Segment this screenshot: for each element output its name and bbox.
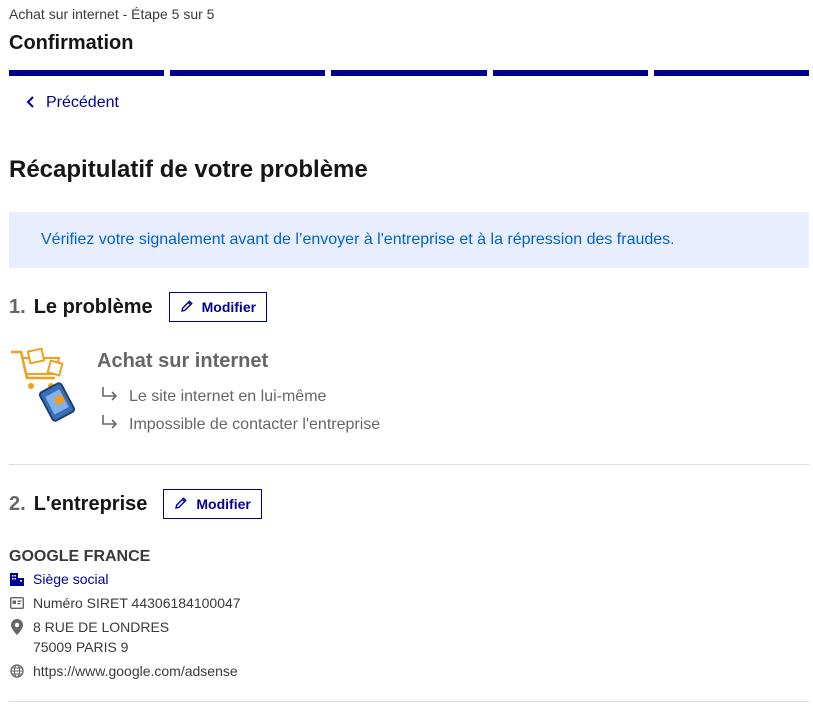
stepper-bar-5 (653, 70, 810, 76)
company-address: 8 RUE DE LONDRES 75009 PARIS 9 (9, 619, 169, 657)
id-card-icon (9, 595, 25, 611)
stepper-step-label: Achat sur internet - Étape 5 sur 5 (9, 6, 215, 22)
section-number: 1. (9, 295, 26, 318)
section-problem-header: 1. Le problème Modifier (9, 292, 268, 322)
stepper-bar-2 (170, 70, 326, 76)
info-callout: Vérifiez votre signalement avant de l’en… (9, 212, 809, 268)
section-divider (9, 701, 809, 702)
address-line-2: 75009 PARIS 9 (33, 639, 129, 655)
company-siret: Numéro SIRET 44306184100047 (9, 595, 241, 611)
modify-company-button[interactable]: Modifier (163, 489, 262, 519)
problem-category: Achat sur internet (97, 350, 269, 372)
section-number: 2. (9, 492, 26, 515)
shopping-cart-illustration-icon (9, 346, 81, 422)
globe-icon (9, 663, 25, 679)
company-siege: Siège social (9, 571, 109, 587)
stepper-progress (9, 70, 810, 76)
stepper-bar-4 (492, 70, 648, 76)
stepper-bar-1 (9, 70, 165, 76)
siege-label: Siège social (33, 571, 109, 587)
company-name: GOOGLE FRANCE (9, 548, 151, 565)
stepper-title: Confirmation (9, 32, 134, 54)
back-link[interactable]: Précédent (26, 94, 119, 112)
problem-subcategory: Le site internet en lui-même (101, 386, 326, 407)
address-line-1: 8 RUE DE LONDRES (33, 619, 170, 635)
back-link-label: Précédent (46, 94, 119, 111)
pencil-icon (174, 496, 188, 513)
subdirectory-arrow-icon (101, 414, 119, 435)
building-icon (9, 571, 25, 587)
section-divider (9, 464, 809, 465)
stepper-bar-3 (331, 70, 487, 76)
section-title: L'entreprise (33, 492, 148, 515)
subcategory-label: Impossible de contacter l'entreprise (129, 415, 381, 433)
pencil-icon (180, 299, 194, 316)
page-title: Récapitulatif de votre problème (9, 156, 368, 183)
problem-subcategory: Impossible de contacter l'entreprise (101, 414, 380, 435)
subdirectory-arrow-icon (101, 386, 119, 407)
map-pin-icon (9, 619, 25, 635)
chevron-left-icon (26, 95, 36, 111)
modify-button-label: Modifier (196, 496, 251, 512)
website-link[interactable]: https://www.google.com/adsense (33, 663, 238, 679)
callout-text: Vérifiez votre signalement avant de l’en… (41, 231, 675, 248)
modify-problem-button[interactable]: Modifier (168, 292, 268, 322)
modify-button-label: Modifier (201, 299, 257, 315)
section-title: Le problème (33, 295, 153, 318)
company-website: https://www.google.com/adsense (9, 663, 238, 679)
section-company-header: 2. L'entreprise Modifier (9, 489, 262, 519)
siret-label: Numéro SIRET 44306184100047 (33, 595, 241, 611)
subcategory-label: Le site internet en lui-même (129, 387, 327, 405)
